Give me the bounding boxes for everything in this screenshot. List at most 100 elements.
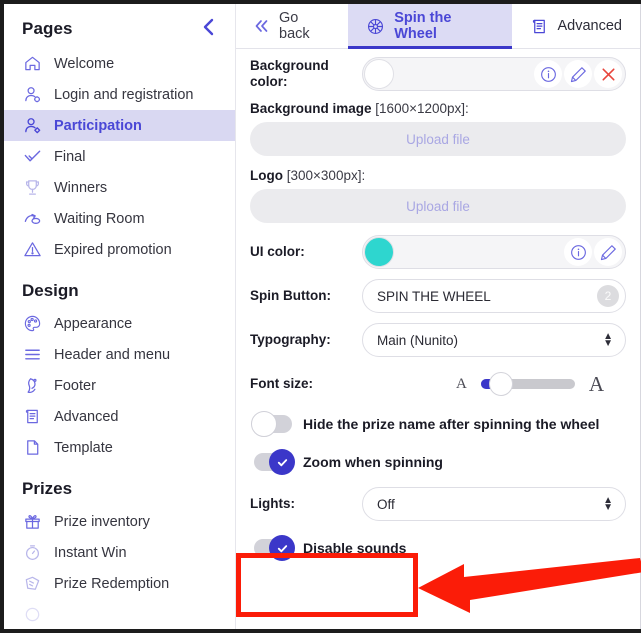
row-zoom-when-spinning: Zoom when spinning [254, 449, 626, 475]
lights-select[interactable]: Off ▲ ▼ [362, 487, 626, 521]
menu-lines-icon [22, 345, 42, 365]
sidebar-item-label: Welcome [54, 55, 115, 72]
spin-button-count-badge: 2 [597, 285, 619, 307]
tab-label: Go back [279, 10, 310, 42]
close-x-icon[interactable] [594, 60, 622, 88]
sidebar-item-final[interactable]: Final [4, 141, 235, 172]
sidebar-item-login-and-registration[interactable]: Login and registration [4, 79, 235, 110]
logo-dimensions: [300×300px]: [286, 168, 366, 183]
block-background-image: Background image [1600×1200px]: Upload f… [250, 101, 626, 156]
background-color-label: Background color: [250, 57, 329, 89]
ui-color-label: UI color: [250, 243, 305, 259]
check-icon [22, 147, 42, 167]
sidebar-item-waiting-room[interactable]: Waiting Room [4, 203, 235, 234]
typography-select[interactable]: Main (Nunito) ▲ ▼ [362, 323, 626, 357]
spin-button-input[interactable]: SPIN THE WHEEL 2 [362, 279, 626, 313]
edit-pencil-icon[interactable] [564, 60, 592, 88]
sidebar-title: Pages [22, 19, 73, 38]
sidebar-item-partial-cutoff[interactable] [4, 599, 235, 629]
sidebar-group-title-design: Design [22, 281, 79, 300]
user-add-icon [22, 116, 42, 136]
row-disable-sounds: Disable sounds [254, 535, 626, 561]
background-color-field[interactable] [362, 57, 626, 91]
sidebar-group-design: Appearance Header and menu Footer Advanc… [4, 308, 235, 463]
ticket-icon [22, 574, 42, 594]
app-window: Pages Welcome Login and registration Par… [0, 0, 641, 633]
row-font-size: Font size: A A [250, 367, 626, 401]
lights-label: Lights: [250, 495, 295, 511]
edit-pencil-icon[interactable] [594, 238, 622, 266]
sidebar-item-label: Template [54, 439, 113, 456]
main-panel: Go back Spin the Wheel Advanced Backgrou… [236, 4, 641, 629]
user-gear-icon [22, 85, 42, 105]
disable-sounds-toggle[interactable] [254, 535, 295, 561]
sidebar: Pages Welcome Login and registration Par… [4, 4, 236, 629]
sidebar-item-welcome[interactable]: Welcome [4, 48, 235, 79]
sidebar-group-pages: Welcome Login and registration Participa… [4, 48, 235, 265]
tab-spin-the-wheel[interactable]: Spin the Wheel [348, 4, 512, 49]
ui-color-swatch[interactable] [364, 237, 394, 267]
ui-color-field[interactable] [362, 235, 626, 269]
sidebar-item-footer[interactable]: Footer [4, 370, 235, 401]
zoom-when-spinning-toggle[interactable] [254, 449, 295, 475]
sidebar-item-expired-promotion[interactable]: Expired promotion [4, 234, 235, 265]
sidebar-item-prize-redemption[interactable]: Prize Redemption [4, 568, 235, 599]
sidebar-item-label: Waiting Room [54, 210, 145, 227]
sidebar-item-appearance[interactable]: Appearance [4, 308, 235, 339]
logo-upload-button[interactable]: Upload file [250, 189, 626, 223]
sidebar-group-prizes: Prize inventory Instant Win Prize Redemp… [4, 506, 235, 629]
background-image-dimensions: [1600×1200px]: [375, 101, 469, 116]
sidebar-item-header-and-menu[interactable]: Header and menu [4, 339, 235, 370]
logo-title: Logo [250, 168, 283, 183]
large-a-icon: A [588, 371, 604, 396]
disable-sounds-label: Disable sounds [303, 540, 407, 556]
background-image-title: Background image [250, 101, 372, 116]
background-color-swatch[interactable] [364, 59, 394, 89]
sidebar-item-label: Header and menu [54, 346, 171, 363]
sidebar-item-label: Footer [54, 377, 96, 394]
spin-button-value: SPIN THE WHEEL [377, 288, 491, 304]
info-icon[interactable] [534, 60, 562, 88]
gift-icon [22, 512, 42, 532]
sidebar-item-prize-inventory[interactable]: Prize inventory [4, 506, 235, 537]
scroll-icon [22, 407, 42, 427]
sidebar-item-winners[interactable]: Winners [4, 172, 235, 203]
sidebar-item-label: Participation [54, 117, 142, 134]
row-typography: Typography: Main (Nunito) ▲ ▼ [250, 323, 626, 357]
tab-bar: Go back Spin the Wheel Advanced [236, 4, 640, 49]
sidebar-item-label: Prize Redemption [54, 575, 170, 592]
toggle-knob [251, 411, 277, 437]
tab-label: Advanced [557, 18, 623, 34]
sidebar-item-label: Appearance [54, 315, 133, 332]
info-icon[interactable] [564, 238, 592, 266]
row-background-color: Background color: [250, 57, 626, 91]
chevron-left-icon[interactable] [200, 18, 217, 40]
stopwatch-icon [22, 543, 42, 563]
font-size-label: Font size: [250, 375, 313, 391]
slider-knob[interactable] [488, 372, 513, 396]
logo-label: Logo [300×300px]: [250, 168, 626, 183]
upload-label: Upload file [406, 131, 470, 147]
home-icon [22, 54, 42, 74]
upload-label: Upload file [406, 198, 470, 214]
toggle-knob [269, 449, 295, 475]
wheel-icon [366, 17, 385, 36]
background-image-upload-button[interactable]: Upload file [250, 122, 626, 156]
hide-prize-name-toggle[interactable] [251, 411, 292, 437]
footer-icon [22, 376, 42, 396]
sidebar-item-instant-win[interactable]: Instant Win [4, 537, 235, 568]
sidebar-item-label: Prize inventory [54, 513, 150, 530]
sidebar-item-participation[interactable]: Participation [4, 110, 235, 141]
background-image-label: Background image [1600×1200px]: [250, 101, 626, 116]
tab-advanced[interactable]: Advanced [512, 4, 641, 48]
tab-label: Spin the Wheel [394, 10, 452, 42]
chevron-updown-icon: ▲ ▼ [603, 495, 613, 513]
font-size-control: A A [362, 372, 626, 397]
warning-triangle-icon [22, 240, 42, 260]
tab-go-back[interactable]: Go back [236, 4, 348, 48]
lights-value: Off [377, 496, 395, 512]
font-size-slider[interactable] [480, 372, 575, 396]
sidebar-item-advanced[interactable]: Advanced [4, 401, 235, 432]
zoom-when-spinning-label: Zoom when spinning [303, 454, 443, 470]
sidebar-item-template[interactable]: Template [4, 432, 235, 463]
